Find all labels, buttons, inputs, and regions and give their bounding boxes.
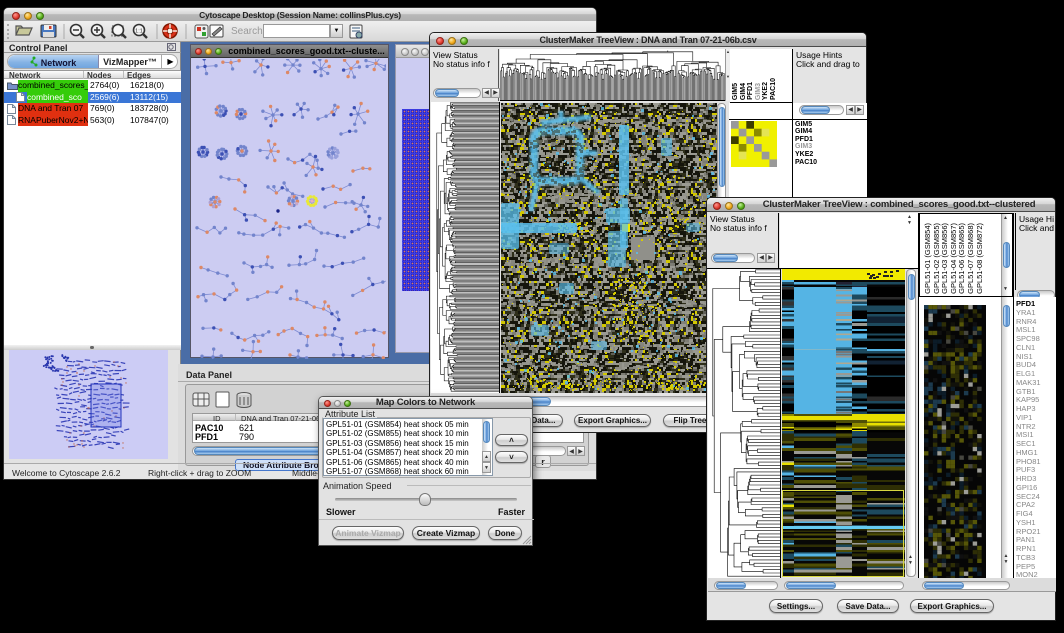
svg-text:1:1: 1:1 (135, 29, 143, 35)
